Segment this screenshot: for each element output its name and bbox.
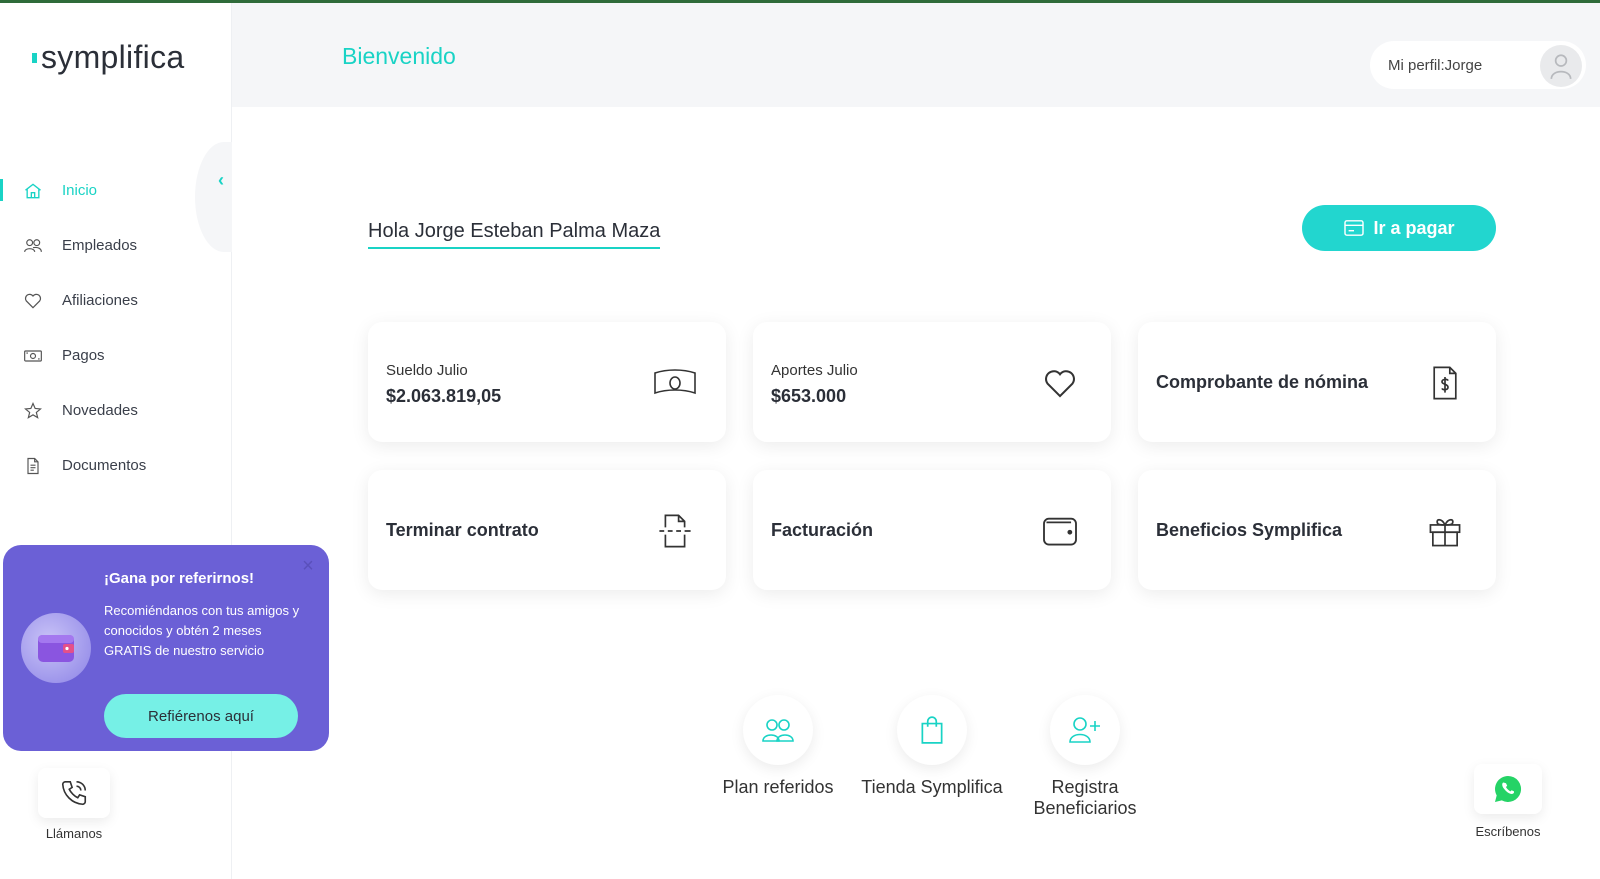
sidebar-item-label: Pagos [62, 347, 105, 364]
promo-text: Recomiéndanos con tus amigos y conocidos… [104, 603, 300, 658]
quick-link-circle [897, 695, 967, 765]
wallet-icon [1037, 508, 1083, 554]
referral-button[interactable]: Refiérenos aquí [104, 694, 298, 738]
sidebar-item-pagos[interactable]: Pagos [0, 328, 232, 383]
sidebar-item-label: Inicio [62, 182, 98, 199]
card-title: Beneficios Symplifica [1156, 520, 1343, 540]
shopping-bag-icon [921, 716, 943, 744]
card-value: $653.000 [771, 386, 847, 406]
card-value: $2.063.819,05 [386, 386, 502, 406]
card-label: Aportes Julio [771, 362, 858, 379]
card-beneficios[interactable]: Beneficios Symplifica [1138, 470, 1496, 590]
quick-link-label: Tienda Symplifica [861, 777, 1003, 797]
promo-title: ¡Gana por referirnos! [104, 570, 255, 587]
receipt-icon [1422, 360, 1468, 406]
quick-link-label: Plan referidos [722, 777, 834, 797]
users-icon [22, 235, 44, 257]
home-icon [22, 180, 44, 202]
referral-promo: × ¡Gana por referirnos! Recomiéndanos co… [3, 545, 329, 751]
quick-link-registra-beneficiarios[interactable]: Registra Beneficiarios [1010, 695, 1160, 819]
phone-icon [61, 780, 87, 806]
main-content: Hola Jorge Esteban Palma Maza Ir a pagar… [232, 107, 1600, 879]
card-title: Facturación [771, 520, 874, 540]
brand-logo[interactable]: symplifica [32, 39, 184, 76]
users-icon [762, 719, 794, 742]
sidebar-item-label: Afiliaciones [62, 292, 138, 309]
heart-icon [22, 290, 44, 312]
money-icon [652, 360, 698, 406]
pay-button[interactable]: Ir a pagar [1302, 205, 1496, 251]
page-title: Bienvenido [342, 43, 456, 69]
profile-button[interactable]: Mi perfil:Jorge [1370, 41, 1586, 89]
sidebar-item-documentos[interactable]: Documentos [0, 438, 232, 493]
whatsapp-icon [1495, 775, 1522, 802]
avatar [1540, 45, 1582, 87]
sidebar-item-empleados[interactable]: Empleados [0, 218, 232, 273]
profile-label: Mi perfil:Jorge [1388, 56, 1483, 74]
whatsapp-button[interactable] [1474, 764, 1542, 814]
add-user-icon [1069, 717, 1100, 743]
card-facturacion[interactable]: Facturación [753, 470, 1111, 590]
sidebar-item-label: Novedades [62, 402, 138, 419]
card-title: Terminar contrato [386, 520, 539, 540]
sidebar-item-label: Documentos [62, 457, 147, 474]
sidebar-item-label: Empleados [62, 237, 138, 254]
chevron-left-icon[interactable]: ‹ [218, 170, 224, 191]
close-icon[interactable]: × [299, 556, 317, 576]
card-aportes[interactable]: Aportes Julio $653.000 [753, 322, 1111, 442]
cut-document-icon [652, 508, 698, 554]
greeting-heading: Hola Jorge Esteban Palma Maza [368, 220, 661, 249]
quick-link-plan-referidos[interactable]: Plan referidos [703, 695, 853, 798]
user-icon [1550, 54, 1572, 80]
document-icon [22, 455, 44, 477]
call-button[interactable] [38, 768, 110, 818]
sidebar-item-afiliaciones[interactable]: Afiliaciones [0, 273, 232, 328]
quick-link-circle [743, 695, 813, 765]
card-sueldo[interactable]: Sueldo Julio $2.063.819,05 [368, 322, 726, 442]
gift-icon [1422, 508, 1468, 554]
card-title: Comprobante de nómina [1156, 372, 1369, 392]
wallet-icon [38, 635, 74, 662]
card-terminar-contrato[interactable]: Terminar contrato [368, 470, 726, 590]
logo-mark [32, 52, 37, 63]
pay-button-label: Ir a pagar [1373, 217, 1455, 238]
quick-link-label: Registra Beneficiarios [1033, 777, 1137, 818]
heart-icon [1037, 360, 1083, 406]
card-comprobante[interactable]: Comprobante de nómina [1138, 322, 1496, 442]
whatsapp-label: Escríbenos [1475, 824, 1541, 839]
top-header: Bienvenido Mi perfil:Jorge [232, 3, 1600, 107]
wallet-illustration-icon [21, 613, 91, 683]
call-label: Llámanos [45, 826, 103, 841]
card-label: Sueldo Julio [386, 362, 468, 379]
payment-card-icon [1344, 220, 1365, 236]
money-icon [22, 345, 44, 367]
brand-name: symplifica [41, 39, 185, 75]
quick-link-circle [1050, 695, 1120, 765]
quick-link-tienda[interactable]: Tienda Symplifica [857, 695, 1007, 798]
star-icon [22, 400, 44, 422]
sidebar-item-novedades[interactable]: Novedades [0, 383, 232, 438]
